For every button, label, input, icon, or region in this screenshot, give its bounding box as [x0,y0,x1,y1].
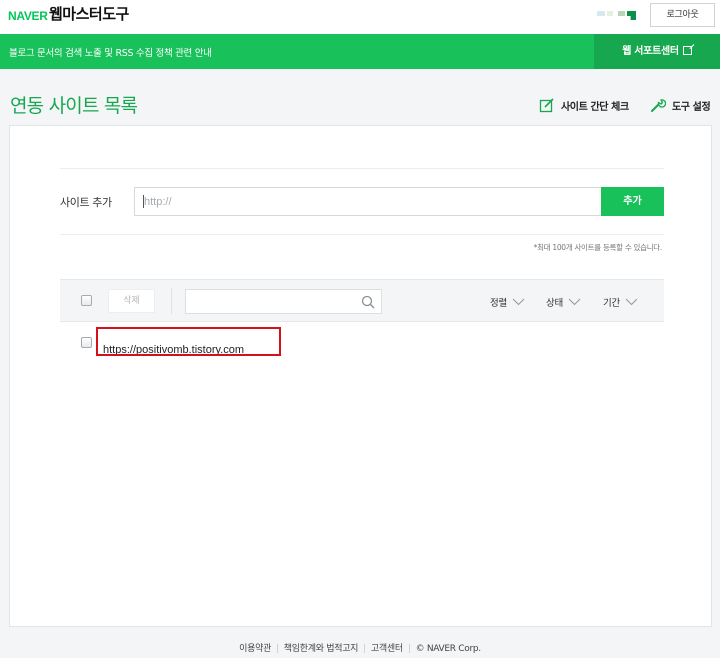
site-row-checkbox[interactable] [81,337,92,348]
site-limit-notice: *최대 100개 사이트를 등록할 수 있습니다. [533,243,663,252]
divider [60,168,664,169]
footer-link-legal[interactable]: 책임한계와 법적고지 [284,644,359,654]
site-quick-check-button[interactable]: 사이트 간단 체크 [539,97,629,113]
annotation-highlight-box [96,327,281,356]
chevron-down-icon [512,298,525,306]
user-profile-icon[interactable] [597,11,639,21]
site-search-input[interactable] [185,289,382,314]
wrench-icon [651,99,666,112]
delete-button[interactable]: 삭제 [108,289,155,313]
text-cursor [143,195,144,208]
footer: 이용약관 | 책임한계와 법적고지 | 고객센터 | © NAVER Corp. [239,644,482,654]
toolbar-divider [171,288,172,314]
site-url-input[interactable] [134,187,602,216]
sort-status-dropdown[interactable]: 상태 [546,295,581,309]
add-site-label: 사이트 추가 [60,196,112,209]
site-quick-check-label: 사이트 간단 체크 [561,101,629,113]
copyright: © NAVER Corp. [415,644,482,654]
sort-align-label: 정렬 [490,298,507,309]
banner-notice-link[interactable]: 블로그 문서의 검색 노출 및 RSS 수집 정책 관련 안내 [9,45,212,59]
edit-check-icon [539,98,554,113]
logout-button[interactable]: 로그아웃 [650,3,715,27]
sort-align-dropdown[interactable]: 정렬 [490,295,525,309]
select-all-checkbox[interactable] [81,295,92,306]
sort-period-label: 기간 [603,298,620,309]
sort-period-dropdown[interactable]: 기간 [603,295,638,309]
chevron-down-icon [568,298,581,306]
divider [60,234,664,235]
external-link-icon [682,46,692,55]
page-title: 연동 사이트 목록 [10,95,138,117]
naver-logo[interactable]: NAVER [8,9,48,23]
list-toolbar: 삭제 정렬 상태 기간 [60,279,664,322]
site-list-panel: 사이트 추가 추가 *최대 100개 사이트를 등록할 수 있습니다. 삭제 정… [9,125,712,627]
web-support-center-button[interactable]: 웹 서포트센터 [594,34,720,69]
chevron-down-icon [625,298,638,306]
add-site-button[interactable]: 추가 [601,187,664,216]
tool-settings-button[interactable]: 도구 설정 [650,97,711,113]
sort-status-label: 상태 [546,298,563,309]
footer-link-support[interactable]: 고객센터 [371,644,403,654]
search-icon[interactable] [361,295,375,309]
top-header: NAVER 웹마스터도구 로그아웃 [0,0,720,34]
footer-link-terms[interactable]: 이용약관 [239,644,271,654]
notice-banner: 블로그 문서의 검색 노출 및 RSS 수집 정책 관련 안내 웹 서포트센터 [0,34,720,69]
support-center-label: 웹 서포트센터 [622,46,679,57]
service-title[interactable]: 웹마스터도구 [49,3,129,24]
tool-settings-label: 도구 설정 [672,101,711,113]
